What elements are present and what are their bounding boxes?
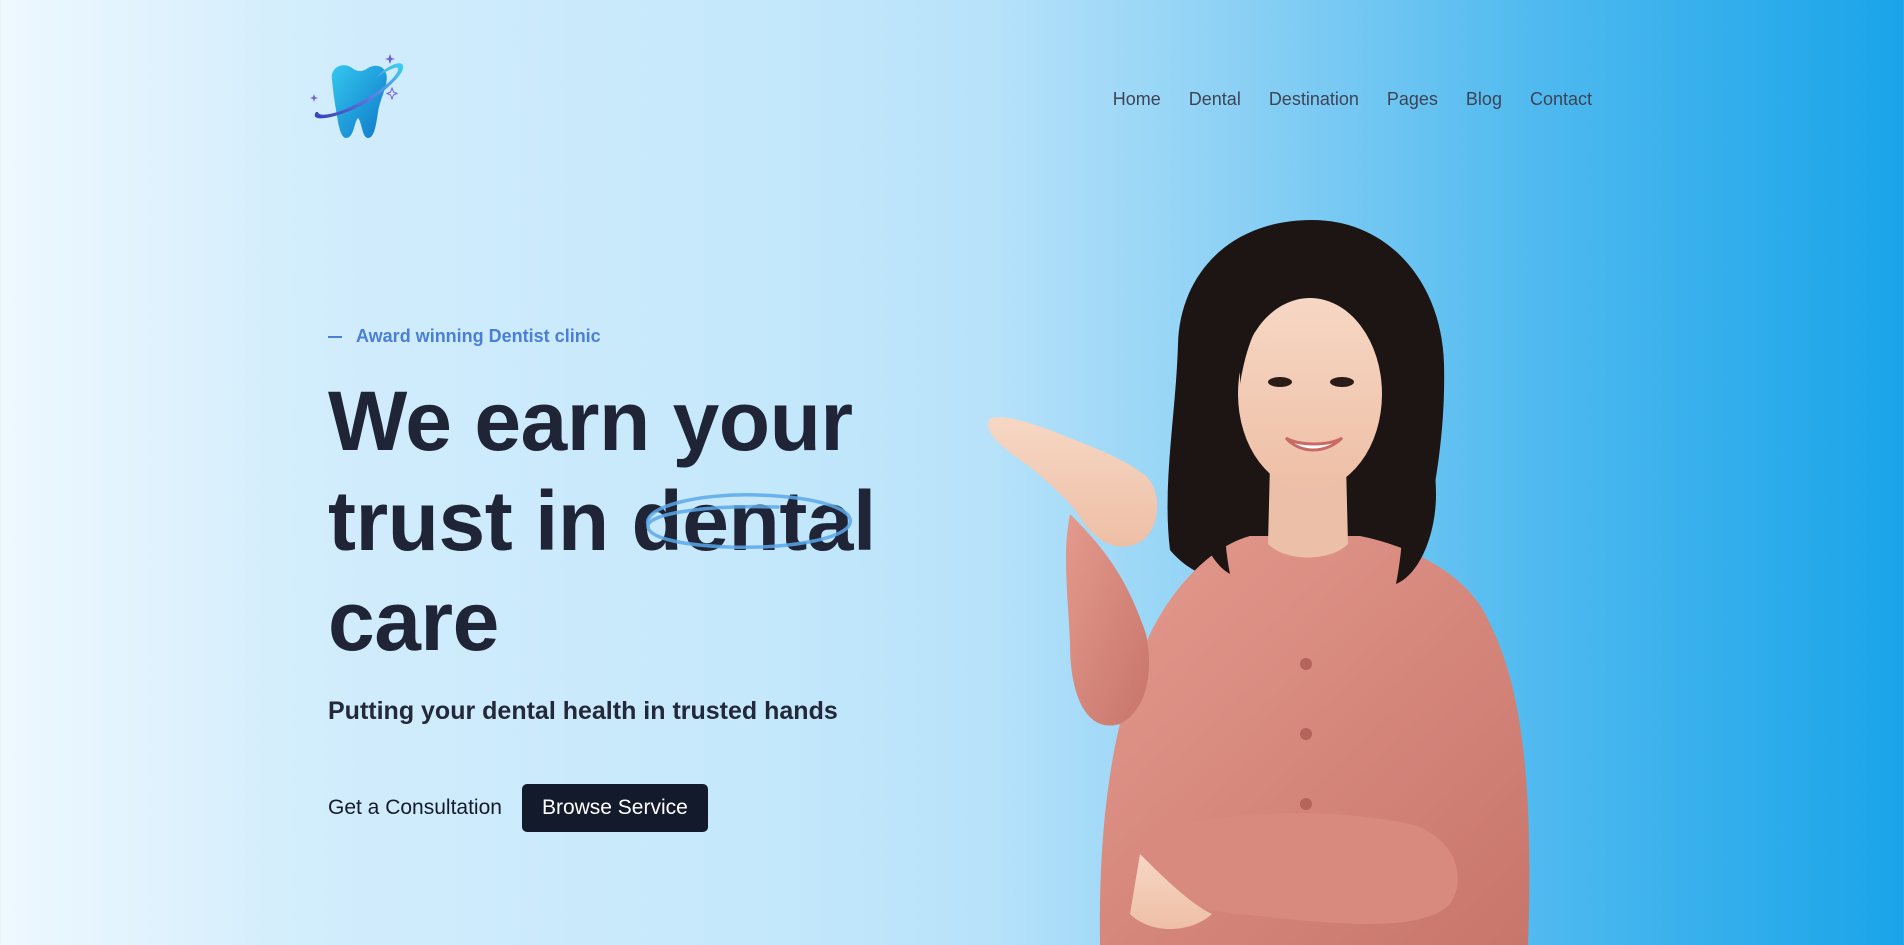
nav-item-contact[interactable]: Contact: [1530, 89, 1592, 110]
hero-headline: We earn your trust in dental care: [328, 371, 968, 671]
headline-line-2-prefix: trust in: [328, 474, 632, 568]
main-nav: Home Dental Destination Pages Blog Conta…: [1113, 84, 1592, 114]
hero-eyebrow: Award winning Dentist clinic: [328, 326, 968, 347]
headline-highlight: dental: [631, 471, 877, 571]
hero-subtitle: Putting your dental health in trusted ha…: [328, 697, 838, 725]
site-header: Home Dental Destination Pages Blog Conta…: [0, 0, 1904, 190]
nav-item-home[interactable]: Home: [1113, 89, 1161, 110]
brand-logo[interactable]: [310, 52, 410, 144]
tooth-orbit-icon: [310, 54, 404, 138]
headline-line-1: We earn your: [328, 374, 853, 468]
nav-item-dental[interactable]: Dental: [1189, 89, 1241, 110]
eyebrow-text: Award winning Dentist clinic: [356, 326, 601, 346]
nav-item-blog[interactable]: Blog: [1466, 89, 1502, 110]
hero-cta-row: Get a Consultation Browse Service: [328, 784, 968, 832]
get-consultation-button[interactable]: Get a Consultation: [328, 796, 502, 820]
hero-section: Award winning Dentist clinic We earn you…: [328, 326, 968, 832]
eyebrow-dash: [328, 335, 342, 338]
hero-portrait-image: [950, 214, 1590, 945]
headline-line-3: care: [328, 574, 499, 668]
nav-item-pages[interactable]: Pages: [1387, 89, 1438, 110]
headline-highlight-word: dental: [631, 474, 877, 568]
nav-item-destination[interactable]: Destination: [1269, 89, 1359, 110]
browse-service-button[interactable]: Browse Service: [521, 784, 708, 832]
woman-pointing-photo: [988, 220, 1530, 945]
